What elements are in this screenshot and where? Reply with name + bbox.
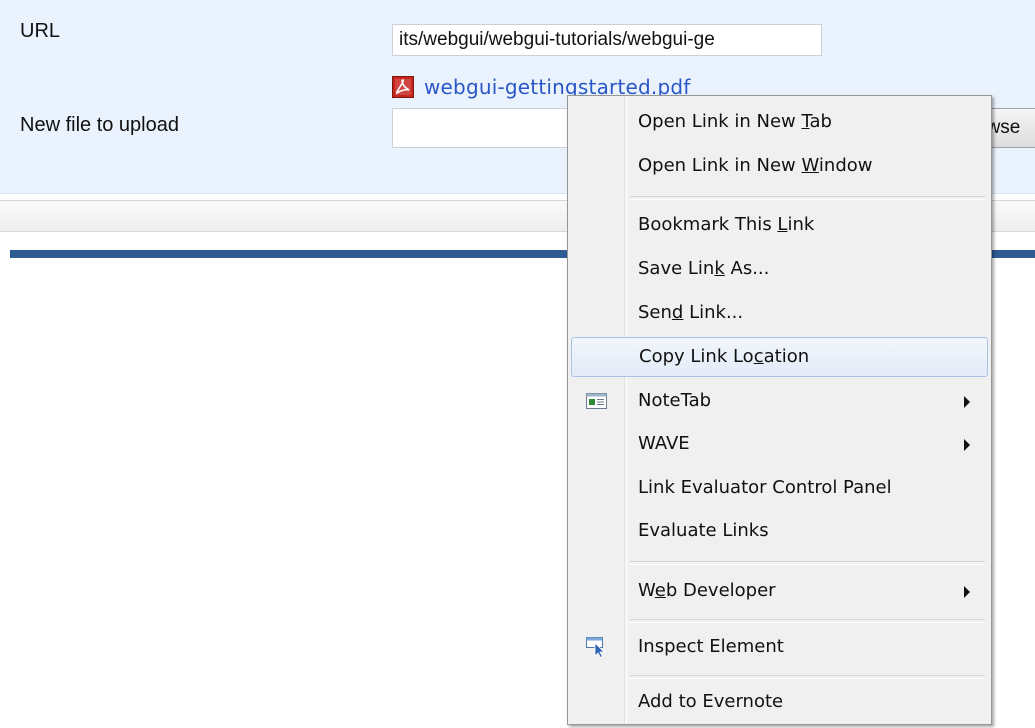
menu-item-label: Inspect Element	[638, 636, 784, 657]
menu-item-open-link-new-tab[interactable]: Open Link in New Tab	[571, 103, 988, 143]
url-label: URL	[20, 20, 61, 42]
menu-item-label: Save Link As...	[638, 258, 770, 279]
menu-item-notetab[interactable]: NoteTab	[571, 382, 988, 422]
context-menu: Open Link in New Tab Open Link in New Wi…	[567, 95, 992, 725]
submenu-arrow-icon	[964, 396, 970, 408]
menu-item-add-to-evernote[interactable]: Add to Evernote	[571, 683, 988, 723]
menu-item-label: Open Link in New Window	[638, 155, 873, 176]
menu-item-save-link-as[interactable]: Save Link As...	[571, 250, 988, 290]
submenu-arrow-icon	[964, 586, 970, 598]
notetab-window-icon	[586, 393, 607, 409]
menu-item-copy-link-location[interactable]: Copy Link Location	[571, 337, 988, 377]
submenu-arrow-icon	[964, 439, 970, 451]
menu-item-label: Web Developer	[638, 580, 776, 601]
menu-item-label: Bookmark This Link	[638, 214, 815, 235]
menu-item-inspect-element[interactable]: Inspect Element	[571, 628, 988, 668]
pdf-file-icon	[392, 76, 414, 98]
menu-separator	[630, 675, 985, 679]
menu-item-label: Copy Link Location	[639, 346, 810, 367]
menu-item-bookmark-link[interactable]: Bookmark This Link	[571, 206, 988, 246]
menu-separator	[630, 619, 985, 623]
menu-item-web-developer[interactable]: Web Developer	[571, 572, 988, 612]
menu-item-send-link[interactable]: Send Link...	[571, 294, 988, 334]
menu-item-open-link-new-window[interactable]: Open Link in New Window	[571, 147, 988, 187]
menu-item-link-evaluator-control-panel[interactable]: Link Evaluator Control Panel	[571, 469, 988, 509]
menu-item-label: WAVE	[638, 433, 690, 454]
upload-label: New file to upload	[20, 114, 179, 136]
browse-button[interactable]: Browse	[986, 108, 1035, 148]
file-upload-input[interactable]	[392, 108, 582, 148]
menu-separator	[630, 196, 985, 200]
menu-item-label: NoteTab	[638, 390, 712, 411]
menu-item-label: Evaluate Links	[638, 520, 769, 541]
url-input[interactable]: its/webgui/webgui-tutorials/webgui-ge	[392, 24, 822, 56]
menu-item-label: Open Link in New Tab	[638, 111, 832, 132]
menu-separator	[630, 561, 985, 565]
menu-item-wave[interactable]: WAVE	[571, 425, 988, 465]
menu-item-label: Add to Evernote	[638, 691, 784, 712]
menu-item-label: Send Link...	[638, 302, 744, 323]
page: URL its/webgui/webgui-tutorials/webgui-g…	[0, 0, 1035, 728]
inspect-element-icon	[586, 637, 605, 658]
menu-item-label: Link Evaluator Control Panel	[638, 477, 892, 498]
menu-item-evaluate-links[interactable]: Evaluate Links	[571, 512, 988, 552]
